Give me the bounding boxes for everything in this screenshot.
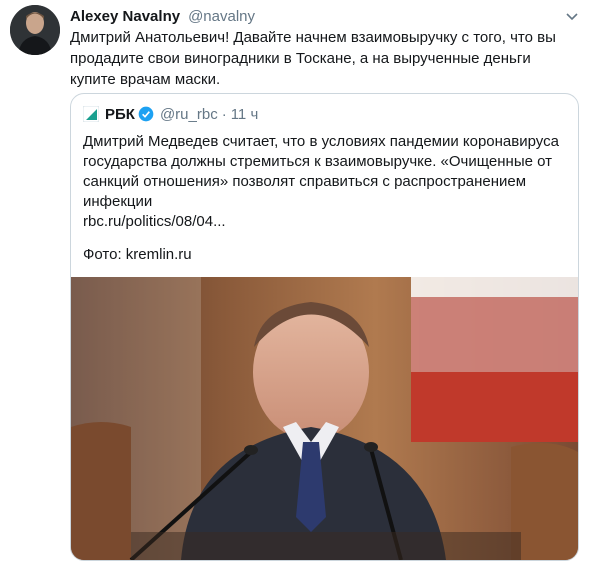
quoted-tweet-image[interactable] xyxy=(71,277,578,560)
verified-badge-icon xyxy=(138,106,154,122)
author-handle[interactable]: @navalny xyxy=(188,8,255,25)
avatar-image xyxy=(10,5,60,55)
tweet-header: Alexey Navalny @navalny xyxy=(70,5,255,27)
quoted-tweet-header: РБК @ru_rbc · 11 ч xyxy=(83,104,258,124)
tweet-text: Дмитрий Анатольевич! Давайте начнем взаи… xyxy=(70,29,556,88)
quoted-author-name[interactable]: РБК xyxy=(105,106,135,123)
chevron-down-icon[interactable] xyxy=(564,8,580,24)
author-name[interactable]: Alexey Navalny xyxy=(70,8,180,25)
separator-dot: · xyxy=(221,105,227,123)
quoted-tweet-text: Дмитрий Медведев считает, что в условиях… xyxy=(83,132,571,232)
photo-credit: Фото: kremlin.ru xyxy=(83,246,192,263)
quoted-tweet[interactable]: РБК @ru_rbc · 11 ч Дмитрий Медведев счит… xyxy=(70,93,579,561)
quoted-author-handle[interactable]: @ru_rbc xyxy=(160,106,218,123)
quoted-timestamp[interactable]: 11 ч xyxy=(231,106,259,123)
quoted-link[interactable]: rbc.ru/politics/08/04... xyxy=(83,212,571,232)
tweet[interactable]: Alexey Navalny @navalny Дмитрий Анатолье… xyxy=(0,0,592,570)
avatar[interactable] xyxy=(10,5,60,55)
rbc-logo-icon[interactable] xyxy=(83,106,99,122)
quoted-text-body: Дмитрий Медведев считает, что в условиях… xyxy=(83,133,559,210)
